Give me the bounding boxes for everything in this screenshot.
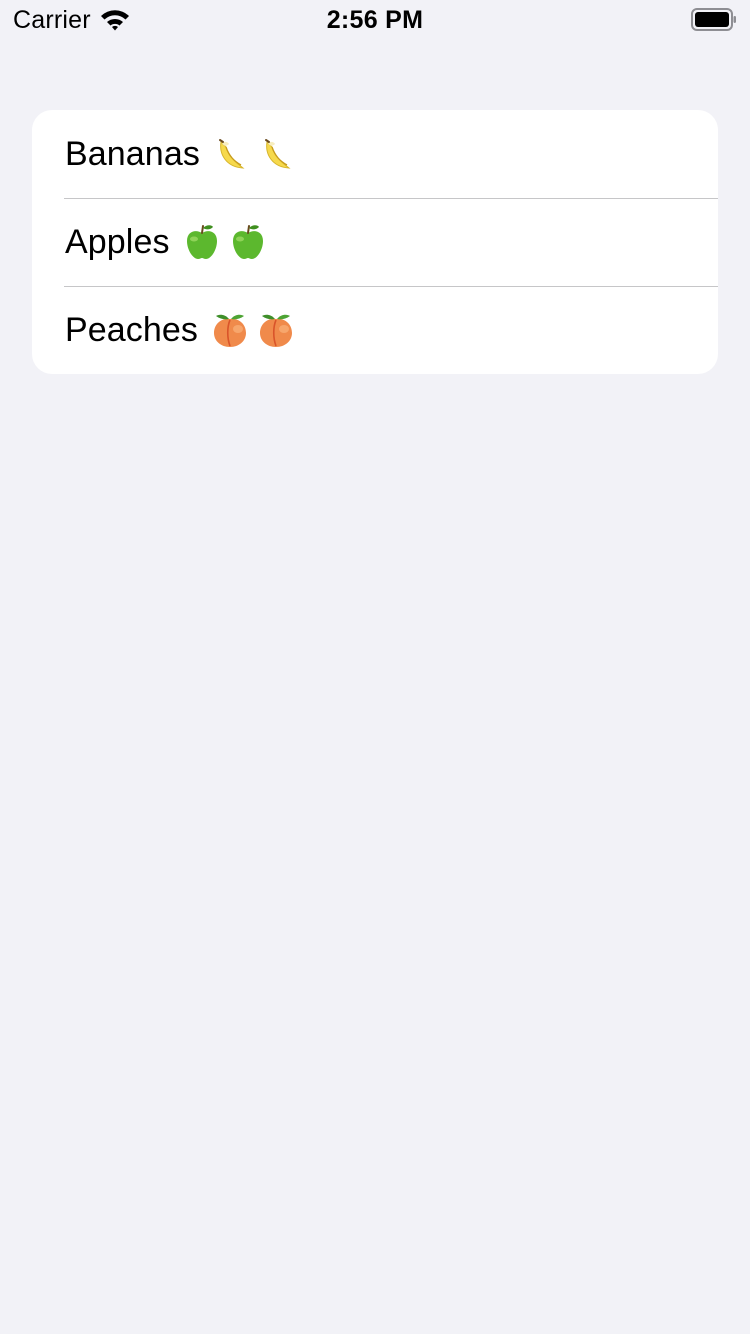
- apple-icons: [182, 222, 268, 262]
- peach-icons: [210, 310, 296, 350]
- green-apple-icon: [232, 225, 263, 259]
- banana-icon: [264, 139, 291, 169]
- list-item-bananas[interactable]: Bananas: [32, 110, 718, 198]
- fruit-list: Bananas Apples Peaches: [32, 110, 718, 374]
- status-bar: Carrier 2:56 PM: [0, 0, 750, 40]
- battery-icon: [691, 8, 736, 31]
- banana-icon: [218, 139, 245, 169]
- list-item-apples[interactable]: Apples: [32, 198, 718, 286]
- list-item-label: Bananas: [65, 135, 200, 173]
- list-item-label: Peaches: [65, 311, 199, 349]
- peach-icon: [214, 314, 247, 347]
- status-time: 2:56 PM: [326, 6, 424, 34]
- green-apple-icon: [186, 225, 217, 259]
- peach-icon: [260, 314, 293, 347]
- list-item-label: Apples: [65, 223, 170, 261]
- list-item-peaches[interactable]: Peaches: [32, 286, 718, 374]
- banana-icons: [212, 134, 298, 174]
